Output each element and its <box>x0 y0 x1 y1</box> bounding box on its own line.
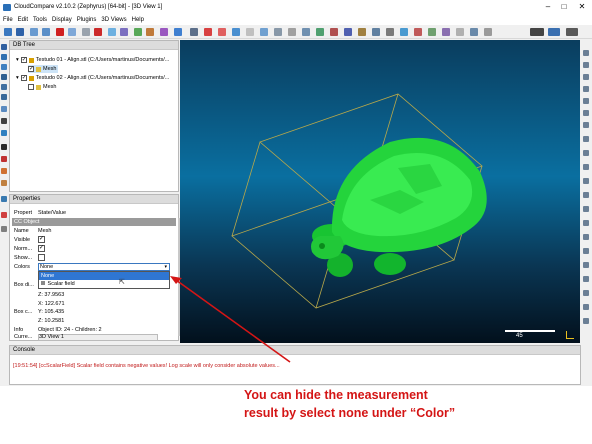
scalar-field-icon <box>41 281 45 285</box>
dropdown-option-none[interactable]: None <box>39 272 169 280</box>
mouse-cursor-icon: ⇱ <box>119 279 125 286</box>
dropdown-option-scalar-field[interactable]: Scalar field <box>39 280 169 288</box>
colors-dropdown-list: None Scalar field ⇱ <box>38 271 170 289</box>
annotation-line-2: result by select none under “Color” <box>244 406 456 420</box>
annotation-line-1: You can hide the measurement <box>244 388 428 402</box>
annotation-text: You can hide the measurement result by s… <box>244 386 544 426</box>
annotation-arrow <box>170 276 291 363</box>
